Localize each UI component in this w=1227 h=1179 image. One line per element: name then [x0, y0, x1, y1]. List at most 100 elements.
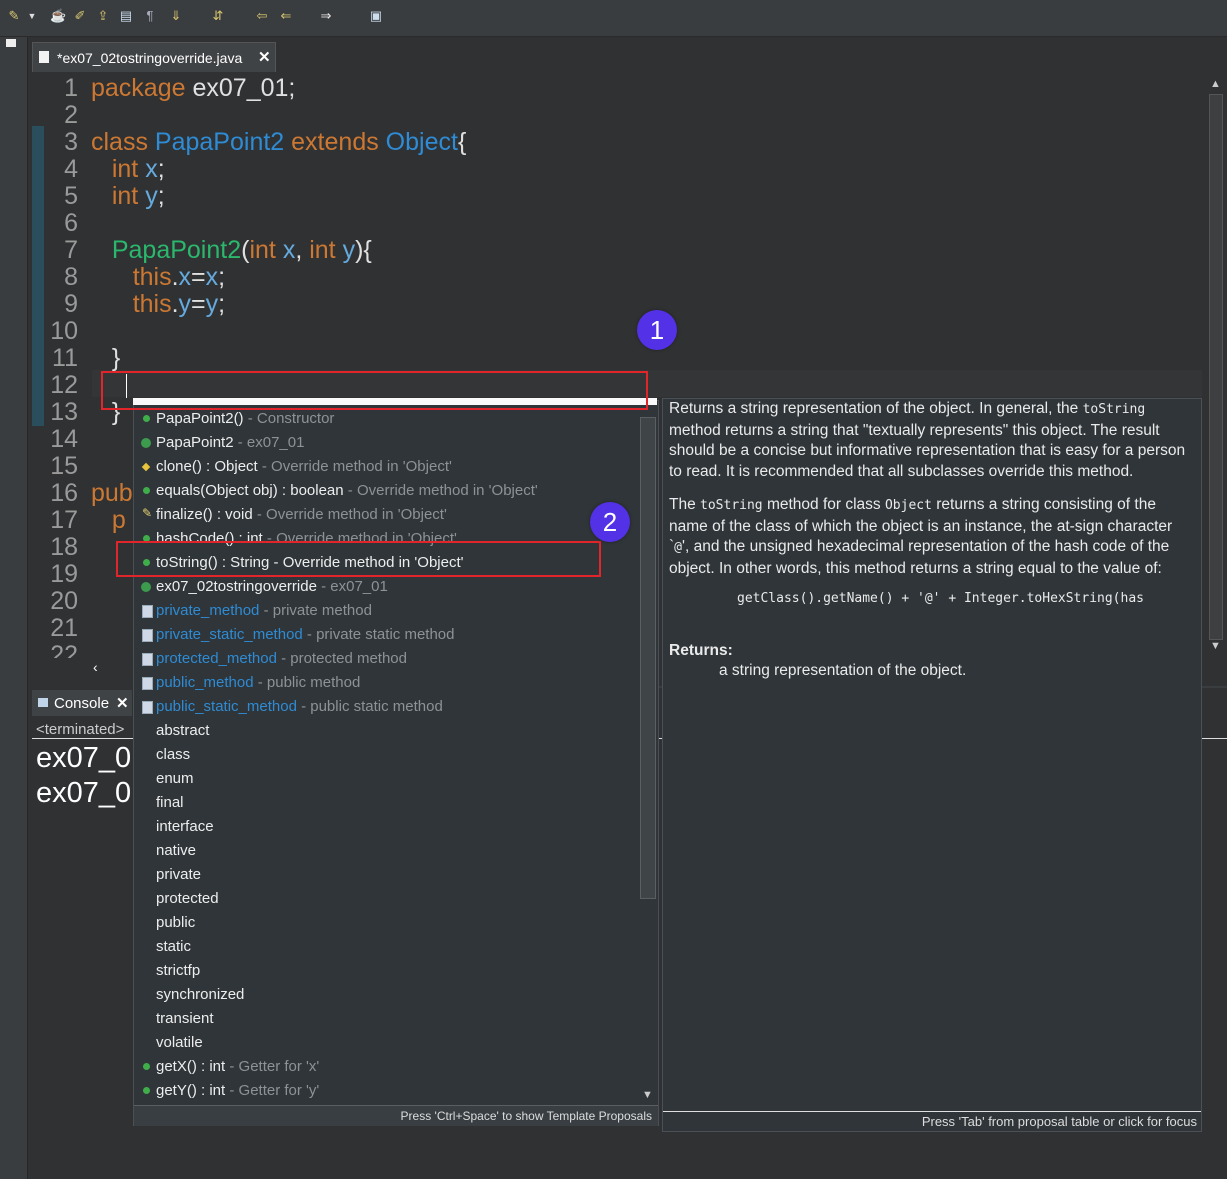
code-line[interactable]: 2: [32, 102, 1204, 129]
proposal-item[interactable]: private: [134, 863, 634, 887]
console-tab[interactable]: Console ✕: [32, 690, 132, 716]
content-assist-popup[interactable]: PapaPoint2() - Constructor PapaPoint2 - e…: [133, 400, 659, 1126]
code-line[interactable]: 7 PapaPoint2(int x, int y){: [32, 237, 1204, 264]
step-badge-2: 2: [590, 502, 630, 542]
code-line[interactable]: 8 this.x=x;: [32, 264, 1204, 291]
proposal-detail: - ex07_01: [316, 578, 388, 595]
editor-vertical-scrollbar[interactable]: ▲ ▼: [1204, 72, 1227, 658]
scroll-up-icon[interactable]: ▲: [1210, 78, 1221, 90]
proposal-label: public_static_method - public static met…: [156, 695, 443, 719]
scroll-left-icon[interactable]: ‹: [93, 659, 98, 675]
back-icon[interactable]: ⇐: [278, 8, 294, 24]
line-number: 19: [50, 560, 78, 588]
code-line[interactable]: 11 }: [32, 345, 1204, 372]
scroll-down-icon[interactable]: ▼: [1210, 640, 1221, 652]
proposal-item[interactable]: public_static_method - public static met…: [134, 695, 634, 719]
scroll-thumb[interactable]: [640, 417, 656, 899]
doc-text: The: [669, 496, 701, 513]
proposal-detail: - Constructor: [243, 410, 335, 427]
proposal-item[interactable]: protected_method - protected method: [134, 647, 634, 671]
code-line[interactable]: 10: [32, 318, 1204, 345]
java-icon[interactable]: ☕: [50, 8, 66, 24]
proposal-label: PapaPoint2 - ex07_01: [156, 431, 304, 455]
forward-icon[interactable]: ⇒: [318, 8, 334, 24]
close-icon[interactable]: ✕: [116, 694, 129, 712]
proposal-item[interactable]: clone() : Object - Override method in 'O…: [134, 455, 634, 479]
last-edit-icon[interactable]: ⇦: [254, 8, 270, 24]
paragraph-icon[interactable]: ¶: [142, 8, 158, 24]
code-line[interactable]: 4 int x;: [32, 156, 1204, 183]
proposal-item[interactable]: synchronized: [134, 983, 634, 1007]
proposal-item[interactable]: getY() : int - Getter for 'y': [134, 1079, 634, 1103]
proposal-item[interactable]: transient: [134, 1007, 634, 1031]
template-name: protected_method: [156, 650, 277, 667]
proposal-item[interactable]: PapaPoint2 - ex07_01: [134, 431, 634, 455]
proposal-label: public: [156, 911, 195, 935]
editor-tab[interactable]: *ex07_02tostringoverride.java ✕: [32, 42, 276, 73]
dropdown-icon[interactable]: ▼: [24, 8, 40, 24]
proposal-item[interactable]: abstract: [134, 719, 634, 743]
code-token: x: [282, 236, 296, 264]
proposal-item[interactable]: native: [134, 839, 634, 863]
next-annotation-icon[interactable]: ⇵: [210, 8, 226, 24]
proposal-item[interactable]: strictfp: [134, 959, 634, 983]
code-token: PapaPoint2: [111, 236, 242, 264]
close-icon[interactable]: ✕: [258, 48, 271, 66]
proposal-item[interactable]: volatile: [134, 1031, 634, 1055]
scroll-down-icon[interactable]: ▼: [642, 1089, 653, 1101]
code-text: this.y=y;: [91, 291, 225, 318]
open-icon[interactable]: ▣: [368, 8, 384, 24]
pencil-icon[interactable]: ✎: [6, 8, 22, 24]
code-line[interactable]: 1 package ex07_01;: [32, 75, 1204, 102]
proposal-label: static: [156, 935, 191, 959]
proposal-item[interactable]: private_method - private method: [134, 599, 634, 623]
code-token: int: [249, 236, 276, 264]
restore-icon[interactable]: [6, 39, 16, 47]
code-line[interactable]: 9 this.y=y;: [32, 291, 1204, 318]
proposal-item[interactable]: public_method - public method: [134, 671, 634, 695]
proposal-item[interactable]: private_static_method - private static m…: [134, 623, 634, 647]
code-token: p: [111, 506, 126, 534]
proposal-item[interactable]: final: [134, 791, 634, 815]
proposal-item[interactable]: getX() : int - Getter for 'x': [134, 1055, 634, 1079]
class-icon: [141, 582, 151, 592]
proposal-label: private: [156, 863, 201, 887]
code-token: PapaPoint2: [154, 128, 285, 156]
proposal-label: private_method - private method: [156, 599, 372, 623]
proposal-item[interactable]: class: [134, 743, 634, 767]
code-line[interactable]: 3 class PapaPoint2 extends Object{: [32, 129, 1204, 156]
code-token: ;: [157, 182, 165, 210]
code-line[interactable]: 5 int y;: [32, 183, 1204, 210]
code-token: pub: [91, 479, 133, 507]
proposal-item[interactable]: ex07_02tostringoverride - ex07_01: [134, 575, 634, 599]
popup-scrollbar[interactable]: ▼: [637, 407, 657, 1105]
proposal-main: clone() : Object: [156, 458, 258, 475]
proposal-label: finalize() : void - Override method in '…: [156, 503, 447, 527]
proposal-item[interactable]: equals(Object obj) : boolean - Override …: [134, 479, 634, 503]
code-token: int: [111, 182, 139, 210]
code-line[interactable]: 6: [32, 210, 1204, 237]
proposal-label: protected_method - protected method: [156, 647, 407, 671]
proposal-item[interactable]: public: [134, 911, 634, 935]
proposal-item[interactable]: static: [134, 935, 634, 959]
proposal-item[interactable]: protected: [134, 887, 634, 911]
code-token: package: [91, 74, 186, 102]
left-trim: [0, 37, 28, 1179]
template-icon: [142, 677, 153, 690]
proposal-item[interactable]: ✎ finalize() : void - Override method in …: [134, 503, 634, 527]
scroll-thumb[interactable]: [1209, 94, 1223, 640]
code-token: y: [145, 182, 158, 210]
proposal-item[interactable]: interface: [134, 815, 634, 839]
nav-icon[interactable]: ⇓: [168, 8, 184, 24]
export-icon[interactable]: ⇪: [95, 8, 111, 24]
proposal-main: ex07_02tostringoverride: [156, 578, 317, 595]
javadoc-hover[interactable]: Returns a string representation of the o…: [662, 398, 1202, 1132]
proposal-label: private_static_method - private static m…: [156, 623, 454, 647]
proposal-item[interactable]: enum: [134, 767, 634, 791]
line-number: 5: [64, 182, 78, 210]
proposal-label: protected: [156, 887, 219, 911]
brush-icon[interactable]: ✐: [72, 8, 88, 24]
book-icon[interactable]: ▤: [118, 8, 134, 24]
terminated-label: <terminated>: [36, 721, 125, 738]
proposal-item[interactable]: PapaPoint2() - Constructor: [134, 407, 634, 431]
